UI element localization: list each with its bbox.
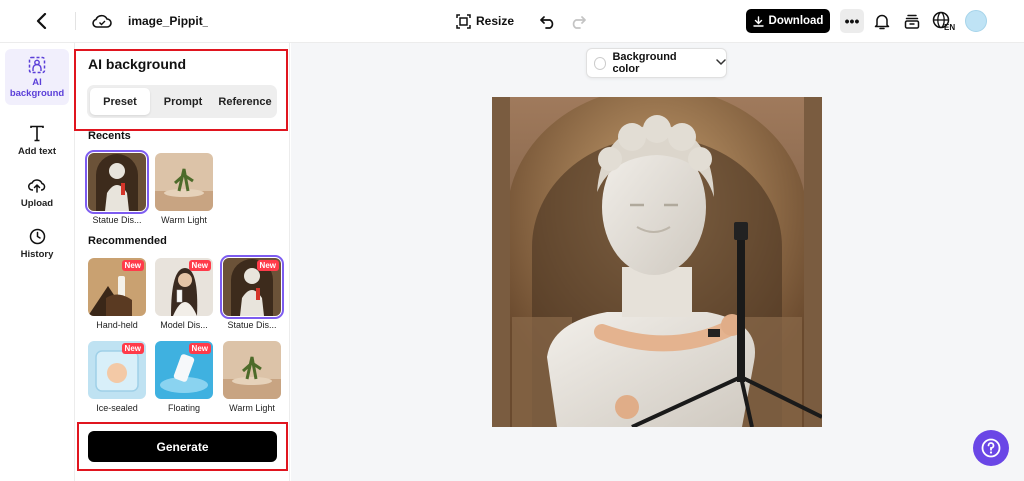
rail-item-label: Add text [18, 146, 56, 157]
tab-preset[interactable]: Preset [90, 88, 150, 115]
thumb-caption: Model Dis... [160, 320, 208, 330]
preset-thumb-ice-sealed[interactable]: New Ice-sealed [88, 341, 146, 413]
tool-rail: AI background Add text Upload History [0, 43, 75, 481]
download-icon [752, 15, 764, 27]
new-badge: New [188, 343, 211, 354]
top-bar: image_Pippit_20 Resize Download ••• EN [0, 0, 1024, 43]
warm-light-thumbnail-image [223, 341, 281, 399]
inbox-icon[interactable] [902, 11, 922, 31]
new-badge: New [256, 260, 279, 271]
upload-cloud-icon [27, 175, 47, 195]
resize-label: Resize [476, 14, 515, 28]
thumb-caption: Statue Dis... [92, 215, 142, 225]
more-options-button[interactable]: ••• [840, 9, 864, 33]
undo-icon[interactable] [538, 11, 558, 31]
rail-item-history[interactable]: History [5, 226, 69, 260]
preset-thumb-hand-held[interactable]: New Hand-held [88, 258, 146, 330]
cloud-save-icon[interactable] [91, 11, 113, 31]
recent-thumb-statue[interactable]: Statue Dis... [85, 150, 149, 225]
statue-thumbnail-image [85, 150, 149, 214]
back-arrow-icon[interactable] [32, 10, 52, 32]
thumb-caption: Floating [167, 403, 201, 413]
new-badge: New [121, 343, 144, 354]
language-globe-icon[interactable]: EN [932, 10, 956, 32]
preset-thumb-warm-light[interactable]: Warm Light [223, 341, 281, 413]
generate-button[interactable]: Generate [88, 431, 277, 462]
text-icon [27, 123, 47, 143]
thumb-caption: Warm Light [229, 403, 275, 413]
preset-thumb-model-display[interactable]: New Model Dis... [155, 258, 213, 330]
language-code: EN [944, 23, 955, 31]
hand-held-thumbnail-image: New [88, 258, 146, 316]
chevron-down-icon [716, 57, 726, 69]
rail-item-upload[interactable]: Upload [5, 175, 69, 209]
clock-icon [27, 226, 47, 246]
panel-title: AI background [88, 56, 187, 72]
new-badge: New [188, 260, 211, 271]
tab-reference[interactable]: Reference [215, 88, 275, 115]
resize-button[interactable]: Resize [456, 12, 514, 30]
thumb-caption: Hand-held [96, 320, 138, 330]
preset-thumb-floating[interactable]: New Floating [155, 341, 213, 413]
rail-item-label: Upload [20, 198, 54, 209]
download-label: Download [768, 15, 824, 27]
question-mark-icon [981, 438, 1001, 458]
model-display-thumbnail-image: New [155, 258, 213, 316]
notification-bell-icon[interactable] [872, 11, 892, 31]
background-color-dropdown[interactable]: Background color [586, 48, 727, 78]
floating-thumbnail-image: New [155, 341, 213, 399]
redo-icon[interactable] [568, 11, 588, 31]
rail-item-add-text[interactable]: Add text [5, 123, 69, 157]
divider [75, 12, 76, 30]
recents-heading: Recents [88, 130, 131, 142]
recommended-heading: Recommended [88, 235, 167, 247]
recent-thumb-warm-light[interactable]: Warm Light [155, 153, 213, 225]
warm-light-thumbnail-image [155, 153, 213, 211]
ice-sealed-thumbnail-image: New [88, 341, 146, 399]
mode-tabs: Preset Prompt Reference [87, 85, 277, 118]
file-name[interactable]: image_Pippit_20 [128, 14, 208, 28]
resize-icon [456, 13, 471, 29]
ai-background-icon [27, 55, 47, 74]
thumb-caption: Ice-sealed [96, 403, 138, 413]
statue-artwork-image[interactable] [492, 97, 822, 427]
rail-item-label: History [20, 249, 54, 260]
color-swatch [594, 56, 607, 70]
tab-prompt[interactable]: Prompt [153, 88, 213, 115]
preset-thumb-statue-display[interactable]: New Statue Dis... [220, 255, 284, 330]
rail-item-ai-background[interactable]: AI background [5, 49, 69, 105]
new-badge: New [121, 260, 144, 271]
user-avatar[interactable] [965, 10, 987, 32]
thumb-caption: Statue Dis... [227, 320, 277, 330]
thumb-caption: Warm Light [161, 215, 207, 225]
rail-item-label: AI background [9, 77, 65, 99]
help-button[interactable] [973, 430, 1009, 466]
download-button[interactable]: Download [746, 9, 830, 33]
statue-display-thumbnail-image: New [220, 255, 284, 319]
background-color-label: Background color [612, 51, 677, 75]
